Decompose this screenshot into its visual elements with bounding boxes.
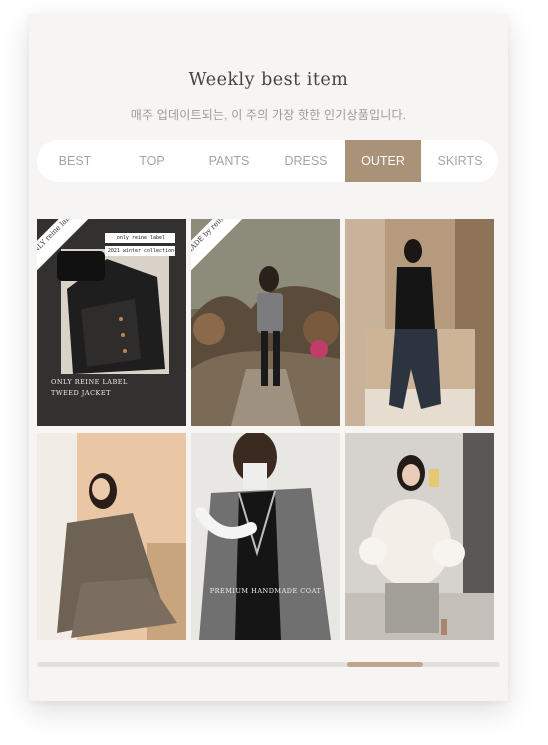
- section-title: Weekly best item: [188, 70, 349, 90]
- tab-pants[interactable]: PANTS: [191, 140, 267, 182]
- tab-dress[interactable]: DRESS: [268, 140, 344, 182]
- horizontal-scrollbar[interactable]: [37, 662, 500, 667]
- product-card-4[interactable]: [37, 433, 186, 640]
- product-image-gray-coat: [191, 433, 340, 640]
- product-card-1[interactable]: only reine label 2021 winter collection …: [37, 219, 186, 426]
- product-card-3[interactable]: [345, 219, 494, 426]
- product-image-garden-model: [191, 219, 340, 426]
- product-tag-line-1: only reine label: [116, 235, 166, 241]
- category-tabs: BEST TOP PANTS DRESS OUTER SKIRTS: [37, 140, 498, 182]
- tab-top[interactable]: TOP: [114, 140, 190, 182]
- tab-skirts[interactable]: SKIRTS: [422, 140, 498, 182]
- section-subtitle: 매주 업데이트되는, 이 주의 가장 핫한 인기상품입니다.: [130, 108, 407, 122]
- product-image-fur-jacket-model: [345, 433, 494, 640]
- tab-best[interactable]: BEST: [37, 140, 113, 182]
- product-card-6[interactable]: [345, 433, 494, 640]
- product-caption-line-2: TWEED JACKET: [51, 389, 111, 397]
- product-caption-line-1: ONLY REINE LABEL: [51, 378, 128, 386]
- tab-outer[interactable]: OUTER: [345, 140, 421, 182]
- product-card-5[interactable]: PREMIUM HANDMADE COAT: [191, 433, 340, 640]
- product-image-gray-blazer-model: [37, 433, 186, 640]
- weekly-best-card: Weekly best item 매주 업데이트되는, 이 주의 가장 핫한 인…: [29, 14, 508, 701]
- product-tag-line-2: 2021 winter collection: [107, 248, 175, 254]
- product-card-2[interactable]: MADE by reine: [191, 219, 340, 426]
- product-caption: PREMIUM HANDMADE COAT: [209, 587, 322, 595]
- scrollbar-thumb[interactable]: [347, 662, 423, 667]
- product-image-black-knit-model: [345, 219, 494, 426]
